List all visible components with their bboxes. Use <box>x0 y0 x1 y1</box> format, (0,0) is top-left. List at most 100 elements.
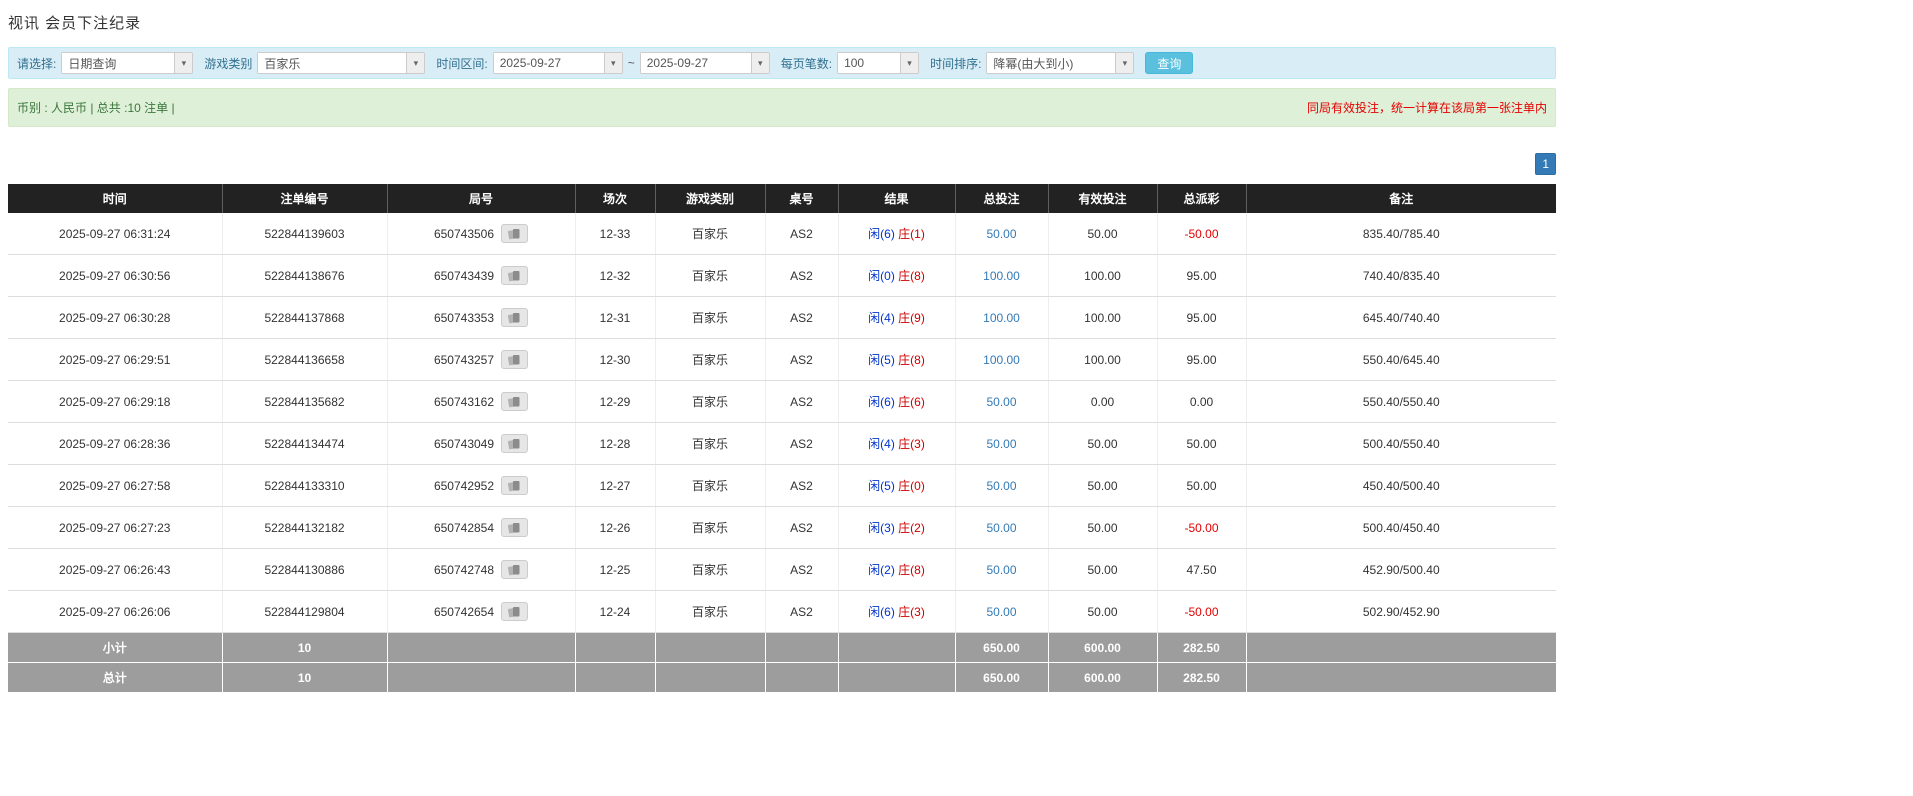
cell-game-type: 百家乐 <box>655 255 765 297</box>
empty-cell <box>1246 663 1556 693</box>
cell-total-bet: 50.00 <box>955 549 1048 591</box>
cell-note: 500.40/550.40 <box>1246 423 1556 465</box>
view-cards-button[interactable] <box>501 476 528 495</box>
empty-cell <box>575 663 655 693</box>
view-cards-button[interactable] <box>501 392 528 411</box>
payout-value: 95.00 <box>1186 353 1216 367</box>
view-cards-button[interactable] <box>501 560 528 579</box>
view-cards-button[interactable] <box>501 224 528 243</box>
cell-total-bet: 50.00 <box>955 465 1048 507</box>
column-header: 局号 <box>387 184 575 213</box>
empty-cell <box>575 633 655 663</box>
cards-icon <box>507 564 522 576</box>
view-cards-button[interactable] <box>501 518 528 537</box>
cell-result: 闲(5) 庄(0) <box>838 465 955 507</box>
chevron-down-icon[interactable]: ▾ <box>604 53 622 73</box>
total-bet-link[interactable]: 100.00 <box>983 269 1020 283</box>
banker-result: 庄(6) <box>898 395 925 409</box>
cell-valid-bet: 100.00 <box>1048 255 1157 297</box>
player-result: 闲(2) <box>868 563 895 577</box>
total-bet-link[interactable]: 50.00 <box>986 605 1016 619</box>
player-result: 闲(4) <box>868 437 895 451</box>
column-header: 总投注 <box>955 184 1048 213</box>
payout-value: -50.00 <box>1184 521 1218 535</box>
cell-bet-id: 522844133310 <box>222 465 387 507</box>
view-cards-button[interactable] <box>501 266 528 285</box>
cell-bet-id: 522844132182 <box>222 507 387 549</box>
cell-time: 2025-09-27 06:27:23 <box>8 507 222 549</box>
cell-table-number: AS2 <box>765 465 838 507</box>
round-number: 650743353 <box>434 311 494 325</box>
chevron-down-icon[interactable]: ▾ <box>751 53 769 73</box>
total-bet-link[interactable]: 50.00 <box>986 563 1016 577</box>
cell-total-bet: 100.00 <box>955 339 1048 381</box>
cell-game-type: 百家乐 <box>655 297 765 339</box>
cell-payout: 47.50 <box>1157 549 1246 591</box>
total-bet-link[interactable]: 50.00 <box>986 479 1016 493</box>
cell-total-bet: 50.00 <box>955 507 1048 549</box>
view-cards-button[interactable] <box>501 602 528 621</box>
table-row: 2025-09-27 06:30:28522844137868650743353… <box>8 297 1556 339</box>
column-header: 备注 <box>1246 184 1556 213</box>
total-bet-link[interactable]: 50.00 <box>986 395 1016 409</box>
total-bet-link[interactable]: 50.00 <box>986 437 1016 451</box>
cell-game-type: 百家乐 <box>655 591 765 633</box>
cell-total-bet: 50.00 <box>955 423 1048 465</box>
round-number: 650743049 <box>434 437 494 451</box>
date-to-select[interactable]: 2025-09-27 ▾ <box>640 52 770 74</box>
query-type-select[interactable]: 日期查询 ▾ <box>61 52 193 74</box>
cell-note: 502.90/452.90 <box>1246 591 1556 633</box>
total-bet-link[interactable]: 50.00 <box>986 521 1016 535</box>
cell-note: 550.40/550.40 <box>1246 381 1556 423</box>
date-from-select[interactable]: 2025-09-27 ▾ <box>493 52 623 74</box>
banker-result: 庄(0) <box>898 479 925 493</box>
banker-result: 庄(2) <box>898 521 925 535</box>
total-bet-link[interactable]: 100.00 <box>983 353 1020 367</box>
table-row: 2025-09-27 06:31:24522844139603650743506… <box>8 213 1556 255</box>
page-title: 视讯 会员下注纪录 <box>8 12 1556 33</box>
cell-bet-id: 522844134474 <box>222 423 387 465</box>
payout-value: -50.00 <box>1184 227 1218 241</box>
page-size-select[interactable]: 100 ▾ <box>837 52 919 74</box>
banker-result: 庄(9) <box>898 311 925 325</box>
chevron-down-icon[interactable]: ▾ <box>174 53 192 73</box>
view-cards-button[interactable] <box>501 434 528 453</box>
cell-table-number: AS2 <box>765 297 838 339</box>
cell-session: 12-26 <box>575 507 655 549</box>
cell-payout: 95.00 <box>1157 255 1246 297</box>
round-number: 650742654 <box>434 605 494 619</box>
search-button[interactable]: 查询 <box>1145 52 1193 74</box>
cell-result: 闲(6) 庄(6) <box>838 381 955 423</box>
chevron-down-icon[interactable]: ▾ <box>1115 53 1133 73</box>
chevron-down-icon[interactable]: ▾ <box>406 53 424 73</box>
cell-session: 12-24 <box>575 591 655 633</box>
subtotal-row: 小计 10 650.00 600.00 282.50 <box>8 633 1556 663</box>
cell-bet-id: 522844139603 <box>222 213 387 255</box>
cards-icon <box>507 522 522 534</box>
cell-bet-id: 522844129804 <box>222 591 387 633</box>
date-to-value: 2025-09-27 <box>641 53 751 73</box>
total-bet-link[interactable]: 100.00 <box>983 311 1020 325</box>
pagination-page-button[interactable]: 1 <box>1535 153 1556 175</box>
cell-table-number: AS2 <box>765 381 838 423</box>
page-container: 视讯 会员下注纪录 请选择: 日期查询 ▾ 游戏类别 百家乐 ▾ 时间区间: 2… <box>8 0 1556 796</box>
cell-table-number: AS2 <box>765 591 838 633</box>
column-header: 桌号 <box>765 184 838 213</box>
total-bet-link[interactable]: 50.00 <box>986 227 1016 241</box>
cell-time: 2025-09-27 06:28:36 <box>8 423 222 465</box>
cell-round: 650742654 <box>387 591 575 633</box>
game-type-select[interactable]: 百家乐 ▾ <box>257 52 425 74</box>
cards-icon <box>507 438 522 450</box>
banker-result: 庄(8) <box>898 269 925 283</box>
cell-payout: 0.00 <box>1157 381 1246 423</box>
view-cards-button[interactable] <box>501 350 528 369</box>
cell-round: 650742854 <box>387 507 575 549</box>
cards-icon <box>507 312 522 324</box>
chevron-down-icon[interactable]: ▾ <box>900 53 918 73</box>
cell-game-type: 百家乐 <box>655 213 765 255</box>
cell-total-bet: 50.00 <box>955 213 1048 255</box>
cell-session: 12-28 <box>575 423 655 465</box>
table-row: 2025-09-27 06:26:06522844129804650742654… <box>8 591 1556 633</box>
view-cards-button[interactable] <box>501 308 528 327</box>
sort-order-select[interactable]: 降幂(由大到小) ▾ <box>986 52 1134 74</box>
